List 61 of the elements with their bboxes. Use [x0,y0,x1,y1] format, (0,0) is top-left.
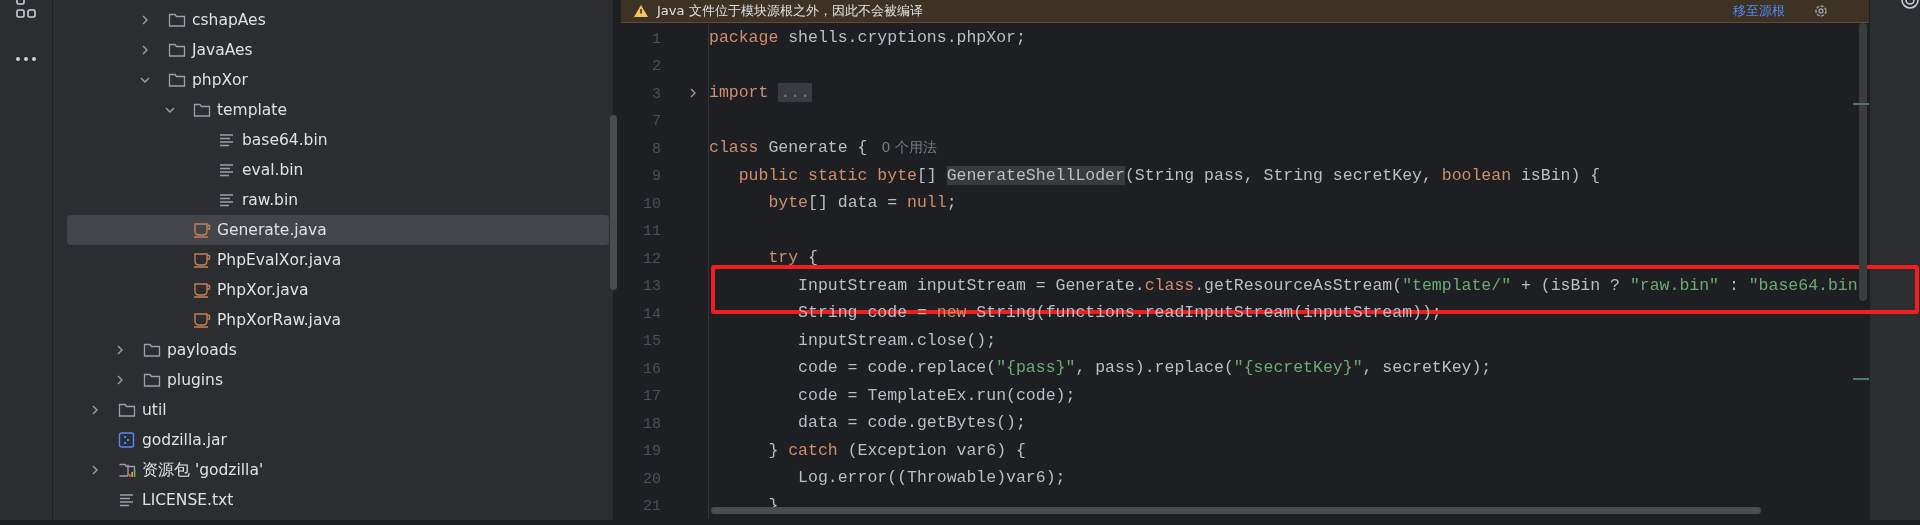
link[interactable]: 移至源根 [1733,2,1785,20]
tree-item[interactable]: base64.bin [67,125,609,155]
folder-icon [168,12,186,28]
text-file-icon [218,192,236,208]
code-line: data = code.getBytes(); [797,413,1026,433]
code-line: Log.error((Throwable)var6); [797,468,1066,488]
tree-item[interactable]: PhpXor.java [67,275,609,305]
tree-item[interactable]: util [67,395,609,425]
change-marker [1853,378,1869,380]
tree-item[interactable]: Generate.java [67,215,609,245]
tree-item[interactable]: phpXor [67,65,609,95]
tree-item[interactable]: raw.bin [67,185,609,215]
code-line: InputStream inputStream = Generate.class.getResourceAsStream("template/" + (isBin ? "raw.bin" : "base64.bin [797,275,1858,295]
tree-item[interactable]: PhpXorRaw.java [67,305,609,335]
archive-icon [118,432,136,448]
code-line: code = code.replace("{pass}", pass).replace("{secretKey}", secretKey); [797,358,1492,378]
tree-item[interactable]: JavaAes [67,35,609,65]
folder-icon [193,102,211,118]
folder-icon [168,42,186,58]
coffee-cup-icon [193,222,211,238]
library-folder-icon [118,462,136,478]
code-line: code = TemplateEx.run(code); [797,385,1076,405]
coffee-cup-icon [193,312,211,328]
code-line: import [709,83,769,103]
text-file-icon [218,132,236,148]
code-line: inputStream.close(); [797,330,997,350]
tree-item[interactable]: plugins [67,365,609,395]
spiral-icon[interactable] [1900,0,1920,12]
tree-item[interactable]: godzilla.jar [67,425,609,455]
code-line: } catch (Exception var6) { [767,440,1026,460]
code-line: class Generate { [709,138,868,158]
folder-icon [143,342,161,358]
usage-hint[interactable]: 0 个用法 [881,138,937,157]
folder-icon [118,402,136,418]
change-marker [1853,103,1869,105]
coffee-cup-icon [193,282,211,298]
text-file-icon [118,492,136,508]
fold-chevron-icon[interactable] [688,86,698,99]
code-line: public static byte[] GenerateShellLoder(String pass, String secretKey, boolean isBin) { [737,165,1601,185]
tree-item[interactable]: eval.bin [67,155,609,185]
text-file-icon [218,162,236,178]
code-line: package shells.cryptions.phpXor; [709,28,1026,48]
settings-icon[interactable] [1813,3,1829,19]
banner-message: Java 文件位于模块源根之外，因此不会被编译 [657,2,923,20]
scrollbar[interactable] [711,507,1761,514]
tree-item[interactable]: cshapAes [67,5,609,35]
scrollbar[interactable] [1859,23,1867,301]
more-icon[interactable] [15,56,37,62]
code-line: try { [767,248,818,268]
tree-item[interactable]: template [67,95,609,125]
tree-item[interactable]: PhpEvalXor.java [67,245,609,275]
scrollbar[interactable] [610,115,617,290]
code-line: byte[] data = null; [767,193,957,213]
tree-item[interactable]: 资源包 'godzilla' [67,455,609,485]
tree-item[interactable]: payloads [67,335,609,365]
warning-icon [633,4,649,18]
folder-icon [168,72,186,88]
folder-icon [143,372,161,388]
coffee-cup-icon [193,252,211,268]
structure-icon[interactable] [15,0,37,20]
tree-item[interactable]: LICENSE.txt [67,485,609,515]
